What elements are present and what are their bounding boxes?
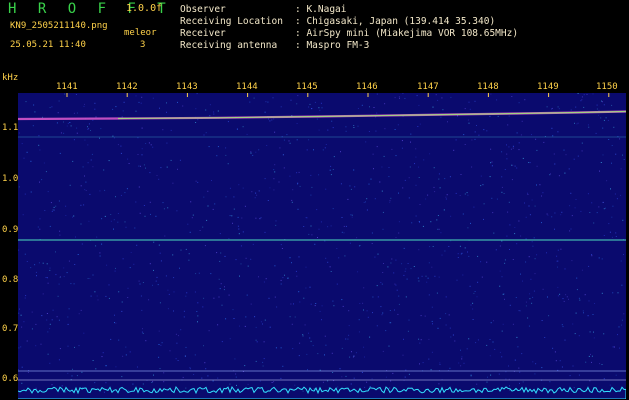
x-tick-1142: 1142: [116, 82, 138, 92]
file-name: KN9_2505211140.png: [10, 21, 108, 31]
y-tick-0.9: 0.9: [2, 225, 19, 235]
x-tick-1147: 1147: [417, 82, 439, 92]
y-tick-0.8: 0.8: [2, 275, 19, 285]
mode-value: 3: [140, 40, 146, 50]
mode-label: meleor: [124, 28, 157, 38]
x-tick-1141: 1141: [56, 82, 78, 92]
capture-datetime: 25.05.21 11:40: [10, 40, 86, 50]
x-tick-1149: 1149: [537, 82, 559, 92]
y-axis-unit: kHz: [2, 73, 19, 83]
x-tick-1143: 1143: [176, 82, 198, 92]
x-tick-1144: 1144: [236, 82, 258, 92]
spectrogram: [18, 93, 626, 399]
x-tick-1146: 1146: [356, 82, 378, 92]
receiver-value: : AirSpy mini (Miakejima VOR 108.65MHz): [295, 28, 519, 39]
y-tick-0.7: 0.7: [2, 324, 19, 334]
y-tick-1.0: 1.0: [2, 174, 19, 184]
antenna-label: Receiving antenna: [180, 40, 278, 51]
x-tick-1150: 1150: [596, 82, 618, 92]
antenna-value: : Maspro FM-3: [295, 40, 370, 51]
app-version: 1.0.0f: [126, 3, 163, 14]
location-value: : Chigasaki, Japan (139.414 35.340): [295, 16, 496, 27]
y-tick-0.6: 0.6: [2, 374, 19, 384]
location-label: Receiving Location: [180, 16, 283, 27]
y-tick-1.1: 1.1: [2, 123, 19, 133]
observer-value: : K.Nagai: [295, 4, 347, 15]
receiver-label: Receiver: [180, 28, 226, 39]
hrofft-window: H R O F F T 1.0.0f KN9_2505211140.png 25…: [0, 0, 629, 400]
x-tick-1145: 1145: [296, 82, 318, 92]
observer-label: Observer: [180, 4, 226, 15]
x-tick-1148: 1148: [477, 82, 499, 92]
spectrogram-background: [18, 93, 626, 399]
